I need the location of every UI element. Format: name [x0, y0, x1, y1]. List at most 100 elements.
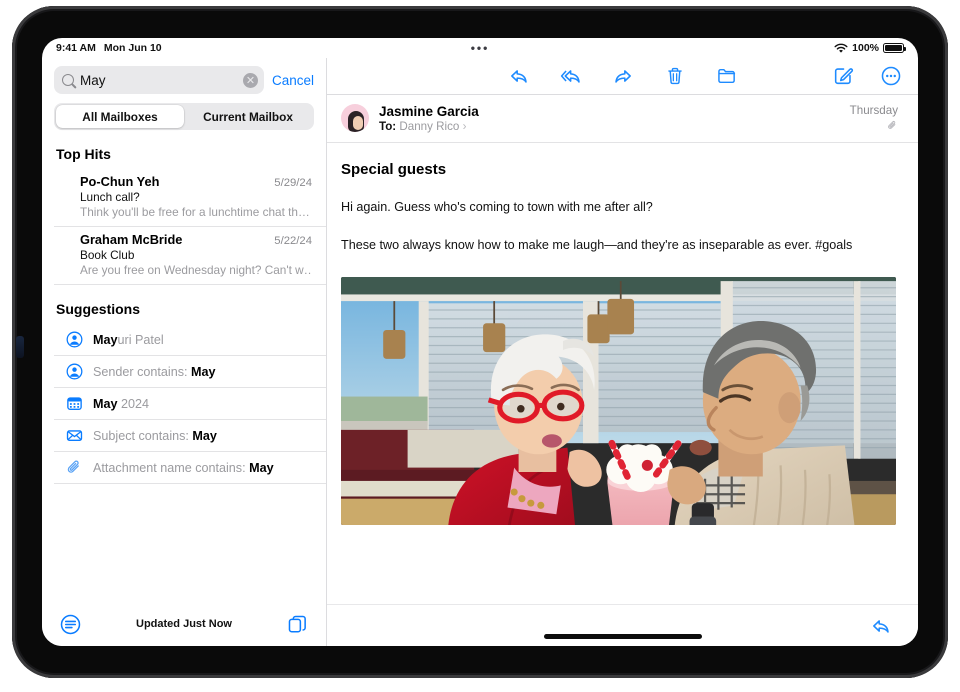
- filter-icon[interactable]: [60, 614, 81, 635]
- status-bar: 9:41 AM Mon Jun 10 ••• 100%: [42, 38, 918, 58]
- chevron-right-icon: ›: [463, 120, 467, 133]
- suggestion-row-subject-contains[interactable]: Subject contains: May: [54, 420, 326, 452]
- reply-icon[interactable]: [508, 65, 530, 87]
- split-view: May ✕ Cancel All Mailboxes Current Mailb…: [42, 58, 918, 646]
- sidebar-results-list[interactable]: Top Hits Po-Chun Yeh 5/29/24 Lunch call?…: [42, 140, 326, 602]
- search-area: May ✕ Cancel All Mailboxes Current Mailb…: [42, 58, 326, 140]
- message-recipient-line[interactable]: To: Danny Rico ›: [379, 120, 840, 133]
- message-date: Thursday: [850, 104, 898, 117]
- mailbox-scope-segmented-control[interactable]: All Mailboxes Current Mailbox: [54, 103, 314, 130]
- suggestion-match-text: May: [192, 429, 217, 443]
- suggestion-lead-text: Attachment name contains:: [93, 461, 249, 475]
- top-hit-preview: Think you'll be free for a lunchtime cha…: [80, 205, 312, 219]
- suggestion-row-contact[interactable]: Mayuri Patel: [54, 324, 326, 356]
- person-circle-icon: [66, 331, 83, 348]
- envelope-icon: [66, 427, 83, 444]
- scope-current-mailbox[interactable]: Current Mailbox: [184, 105, 312, 128]
- top-hit-sender: Po-Chun Yeh: [80, 174, 274, 189]
- status-time: 9:41 AM: [56, 42, 96, 54]
- scope-all-mailboxes[interactable]: All Mailboxes: [56, 105, 184, 128]
- cancel-button[interactable]: Cancel: [272, 73, 314, 88]
- suggestion-match-text: May: [249, 461, 274, 475]
- suggestion-rest-text: uri Patel: [118, 333, 164, 347]
- top-hit-row[interactable]: Graham McBride 5/22/24 Book Club Are you…: [54, 227, 326, 285]
- message-toolbar: [327, 58, 918, 94]
- battery-full-icon: [883, 43, 904, 53]
- suggestion-label: Mayuri Patel: [93, 333, 164, 347]
- bezel-indicator: [16, 336, 24, 358]
- message-header[interactable]: Jasmine Garcia To: Danny Rico › Thursday: [327, 94, 918, 143]
- suggestion-lead-text: Sender contains:: [93, 365, 191, 379]
- paperclip-icon: [887, 120, 898, 131]
- updated-status-label: Updated Just Now: [136, 618, 232, 630]
- message-subject: Special guests: [341, 161, 896, 178]
- top-hit-subject: Book Club: [80, 248, 312, 262]
- move-to-folder-icon[interactable]: [716, 65, 738, 87]
- search-sidebar: May ✕ Cancel All Mailboxes Current Mailb…: [42, 58, 327, 646]
- message-toolbar-actions: [327, 65, 918, 87]
- multitasking-dots[interactable]: •••: [471, 42, 490, 54]
- top-hit-date: 5/29/24: [274, 177, 312, 189]
- suggestion-match-text: May: [93, 397, 118, 411]
- top-hits-heading: Top Hits: [42, 140, 326, 169]
- message-pane: Jasmine Garcia To: Danny Rico › Thursday: [327, 58, 918, 646]
- message-footer-toolbar: [327, 604, 918, 646]
- top-hit-row[interactable]: Po-Chun Yeh 5/29/24 Lunch call? Think yo…: [54, 169, 326, 227]
- suggestion-row-attachment-contains[interactable]: Attachment name contains: May: [54, 452, 326, 484]
- status-bar-left: 9:41 AM Mon Jun 10: [56, 42, 162, 54]
- search-input[interactable]: May ✕: [54, 66, 264, 94]
- to-label: To:: [379, 120, 396, 133]
- suggestion-row-sender-contains[interactable]: Sender contains: May: [54, 356, 326, 388]
- avatar: [341, 104, 369, 132]
- search-input-value: May: [80, 73, 237, 88]
- message-paragraph: These two always know how to make me lau…: [341, 236, 896, 254]
- home-indicator: [544, 634, 702, 639]
- person-circle-icon: [66, 363, 83, 380]
- message-header-meta: Thursday: [850, 104, 898, 131]
- suggestion-label: May 2024: [93, 397, 149, 411]
- new-window-icon[interactable]: [287, 614, 308, 635]
- paperclip-icon: [66, 459, 83, 476]
- top-hit-subject: Lunch call?: [80, 190, 312, 204]
- reply-icon[interactable]: [870, 615, 892, 637]
- attachment-indicator: [850, 120, 898, 131]
- suggestion-lead-text: Subject contains:: [93, 429, 192, 443]
- top-hit-row-head: Po-Chun Yeh 5/29/24: [80, 174, 312, 189]
- suggestions-section: Suggestions Mayuri Patel: [42, 295, 326, 484]
- trash-icon[interactable]: [664, 65, 686, 87]
- suggestion-rest-text: 2024: [118, 397, 150, 411]
- message-body[interactable]: Special guests Hi again. Guess who's com…: [327, 143, 918, 604]
- search-icon: [62, 74, 74, 86]
- message-paragraph: Hi again. Guess who's coming to town wit…: [341, 198, 896, 216]
- suggestion-match-text: May: [191, 365, 216, 379]
- avatar-face: [353, 116, 363, 130]
- battery-percent: 100%: [852, 42, 879, 54]
- sidebar-bottom-toolbar: Updated Just Now: [42, 602, 326, 646]
- suggestion-row-date[interactable]: May 2024: [54, 388, 326, 420]
- compose-icon[interactable]: [832, 65, 854, 87]
- suggestion-label: Sender contains: May: [93, 365, 216, 379]
- message-header-text: Jasmine Garcia To: Danny Rico ›: [379, 104, 840, 133]
- suggestion-label: Subject contains: May: [93, 429, 217, 443]
- calendar-icon: [66, 395, 83, 412]
- status-date: Mon Jun 10: [104, 42, 162, 54]
- ipad-screen: 9:41 AM Mon Jun 10 ••• 100%: [42, 38, 918, 646]
- suggestion-match-text: May: [93, 333, 118, 347]
- forward-icon[interactable]: [612, 65, 634, 87]
- attached-photo[interactable]: [341, 277, 896, 525]
- clear-text-icon[interactable]: ✕: [243, 73, 258, 88]
- top-hit-date: 5/22/24: [274, 235, 312, 247]
- message-toolbar-right: [832, 65, 902, 87]
- more-options-icon[interactable]: [880, 65, 902, 87]
- top-hit-sender: Graham McBride: [80, 232, 274, 247]
- message-sender-name: Jasmine Garcia: [379, 104, 840, 119]
- reply-all-icon[interactable]: [560, 65, 582, 87]
- photo-illustration: [341, 277, 896, 525]
- suggestion-label: Attachment name contains: May: [93, 461, 274, 475]
- top-hit-row-head: Graham McBride 5/22/24: [80, 232, 312, 247]
- wifi-icon: [834, 43, 848, 54]
- search-row: May ✕ Cancel: [54, 66, 314, 94]
- status-bar-right: 100%: [834, 38, 904, 58]
- top-hit-preview: Are you free on Wednesday night? Can't w…: [80, 263, 312, 277]
- ipad-device-frame: 9:41 AM Mon Jun 10 ••• 100%: [12, 6, 948, 678]
